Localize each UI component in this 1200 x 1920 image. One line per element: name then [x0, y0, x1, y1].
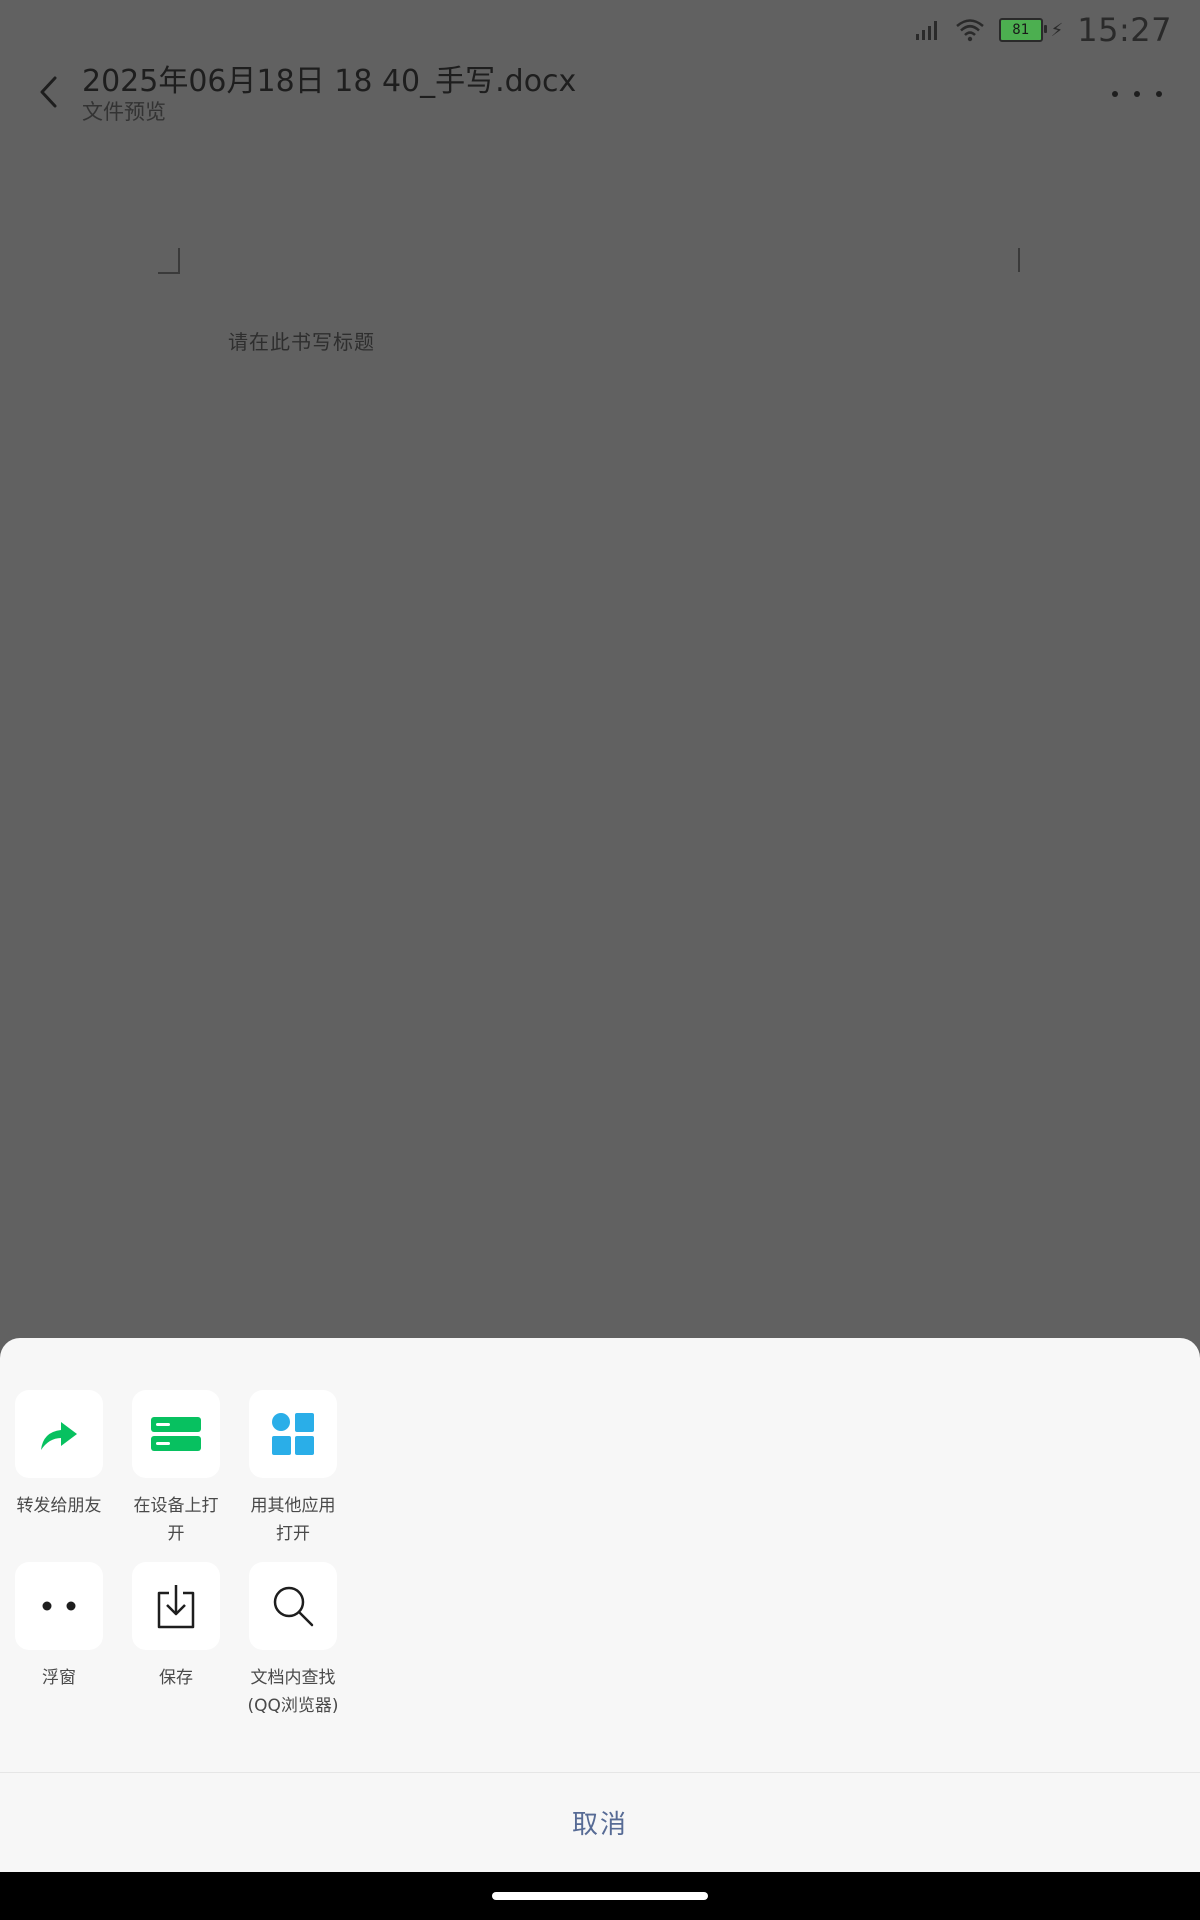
chevron-left-icon [40, 76, 57, 108]
find-in-document-button[interactable]: 文档内查找(QQ浏览器) [247, 1562, 339, 1720]
save-button[interactable]: 保存 [131, 1562, 221, 1720]
more-options-button[interactable] [1112, 74, 1162, 114]
floating-window-button[interactable]: 浮窗 [14, 1562, 104, 1720]
share-forward-icon [41, 1422, 77, 1450]
document-title-placeholder: 请在此书写标题 [228, 330, 375, 354]
action-icon-box [15, 1562, 103, 1650]
action-grid: 转发给朋友 在设备上打开 用其他应用打开 浮窗 保存 文档内查找(QQ浏览器) [14, 1390, 339, 1720]
status-time: 15:27 [1077, 11, 1172, 49]
action-label: 文档内查找(QQ浏览器) [247, 1668, 339, 1716]
action-icon-box [15, 1390, 103, 1478]
action-icon-box [132, 1390, 220, 1478]
floating-window-icon [42, 1601, 76, 1611]
home-indicator[interactable] [492, 1892, 708, 1900]
open-on-device-button[interactable]: 在设备上打开 [131, 1390, 221, 1548]
action-label: 转发给朋友 [16, 1496, 102, 1516]
action-sheet: 转发给朋友 在设备上打开 用其他应用打开 浮窗 保存 文档内查找(QQ浏览器) … [0, 1338, 1200, 1872]
header: 2025年06月18日 18 40_手写.docx 文件预览 [0, 50, 1200, 140]
system-nav-bar [0, 1872, 1200, 1920]
action-icon-box [249, 1390, 337, 1478]
action-icon-box [249, 1562, 337, 1650]
save-download-icon [157, 1585, 195, 1629]
action-label: 用其他应用打开 [250, 1496, 336, 1544]
page-corner-mark [1018, 248, 1020, 272]
more-dot-icon [1156, 91, 1162, 97]
other-apps-icon [272, 1413, 314, 1455]
search-icon [273, 1586, 314, 1627]
battery-icon: 81 [998, 18, 1047, 42]
more-dot-icon [1112, 91, 1118, 97]
action-label: 浮窗 [42, 1668, 76, 1688]
device-open-icon [151, 1417, 201, 1451]
wifi-icon [955, 19, 984, 42]
more-dot-icon [1134, 91, 1140, 97]
back-button[interactable] [30, 66, 66, 118]
charging-icon: ⚡ [1050, 19, 1064, 41]
action-icon-box [132, 1562, 220, 1650]
action-label: 在设备上打开 [133, 1496, 219, 1544]
battery-level: 81 [1012, 22, 1030, 38]
document-preview: 请在此书写标题 [0, 140, 1200, 1340]
action-label: 保存 [159, 1668, 193, 1688]
open-with-other-app-button[interactable]: 用其他应用打开 [248, 1390, 338, 1548]
signal-icon [915, 21, 937, 40]
cancel-button[interactable]: 取消 [0, 1773, 1200, 1872]
forward-to-friend-button[interactable]: 转发给朋友 [14, 1390, 104, 1548]
page-corner-mark [158, 248, 180, 274]
page-title: 2025年06月18日 18 40_手写.docx [82, 64, 577, 99]
status-icons: 81 ⚡ 15:27 [915, 10, 1172, 50]
page-subtitle: 文件预览 [82, 100, 166, 124]
